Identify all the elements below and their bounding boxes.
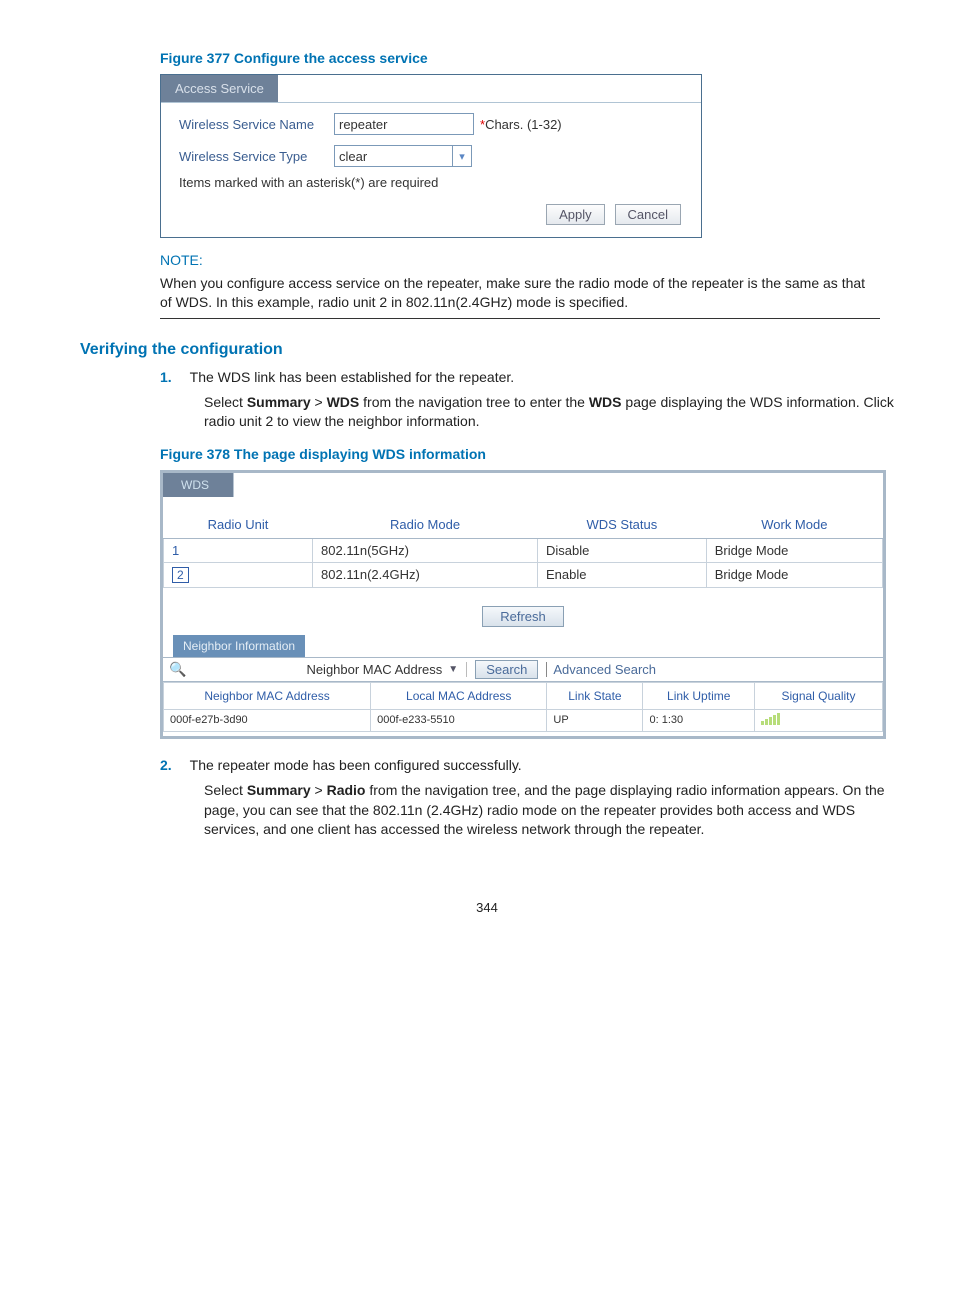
verifying-heading: Verifying the configuration: [80, 341, 894, 359]
search-icon[interactable]: 🔍: [169, 661, 186, 678]
signal-quality-cell: [754, 709, 882, 731]
table-row: 2 802.11n(2.4GHz) Enable Bridge Mode: [164, 562, 883, 587]
wds-table: Radio Unit Radio Mode WDS Status Work Mo…: [163, 511, 883, 588]
col-link-uptime: Link Uptime: [643, 682, 755, 709]
advanced-search-link[interactable]: Advanced Search: [546, 662, 656, 677]
service-name-input[interactable]: [334, 113, 474, 135]
refresh-button[interactable]: Refresh: [482, 606, 564, 627]
chevron-down-icon: ▾: [452, 146, 471, 166]
step-2-number: 2.: [160, 757, 186, 773]
apply-button[interactable]: Apply: [546, 204, 605, 225]
note-label: NOTE:: [160, 252, 880, 268]
wds-panel: WDS Radio Unit Radio Mode WDS Status Wor…: [160, 470, 886, 739]
panel-tab-row: Access Service: [161, 75, 701, 103]
radio-unit-2-link[interactable]: 2: [164, 562, 313, 587]
service-type-value: clear: [335, 149, 452, 164]
search-button[interactable]: Search: [475, 660, 538, 679]
figure-377-caption: Figure 377 Configure the access service: [160, 50, 894, 66]
step-2: 2. The repeater mode has been configured…: [160, 757, 894, 840]
access-service-tab[interactable]: Access Service: [161, 75, 278, 102]
chevron-down-icon: ▼: [448, 664, 458, 675]
figure-378-caption: Figure 378 The page displaying WDS infor…: [160, 446, 894, 462]
col-signal-quality: Signal Quality: [754, 682, 882, 709]
col-wds-status: WDS Status: [538, 511, 707, 539]
table-row: 1 802.11n(5GHz) Disable Bridge Mode: [164, 538, 883, 562]
service-type-row: Wireless Service Type clear ▾: [161, 135, 701, 167]
page-number: 344: [80, 900, 894, 915]
service-name-label: Wireless Service Name: [179, 117, 334, 132]
note-body: When you configure access service on the…: [160, 274, 880, 312]
step-1-text: The WDS link has been established for th…: [190, 369, 515, 385]
col-work-mode: Work Mode: [706, 511, 882, 539]
col-neighbor-mac: Neighbor MAC Address: [164, 682, 371, 709]
search-row: 🔍 Neighbor MAC Address ▼ Search Advanced…: [163, 657, 883, 682]
col-radio-unit: Radio Unit: [164, 511, 313, 539]
search-field-dropdown[interactable]: Neighbor MAC Address ▼: [306, 662, 467, 677]
button-row: Apply Cancel: [161, 190, 701, 225]
step-1-paragraph: Select Summary > WDS from the navigation…: [204, 393, 894, 432]
step-2-text: The repeater mode has been configured su…: [190, 757, 522, 773]
service-type-dropdown[interactable]: clear ▾: [334, 145, 472, 167]
table-row: 000f-e27b-3d90 000f-e233-5510 UP 0: 1:30: [164, 709, 883, 731]
wds-tab[interactable]: WDS: [163, 473, 234, 497]
access-service-panel: Access Service Wireless Service Name *Ch…: [160, 74, 702, 238]
neighbor-table: Neighbor MAC Address Local MAC Address L…: [163, 682, 883, 732]
wds-tab-row: WDS: [163, 473, 883, 497]
signal-bars-icon: [761, 713, 780, 725]
step-1: 1. The WDS link has been established for…: [160, 369, 894, 432]
col-local-mac: Local MAC Address: [371, 682, 547, 709]
chars-hint: Chars. (1-32): [485, 117, 562, 132]
neighbor-info-tab[interactable]: Neighbor Information: [173, 635, 305, 657]
step-2-paragraph: Select Summary > Radio from the navigati…: [204, 781, 894, 840]
radio-unit-1-link[interactable]: 1: [164, 538, 313, 562]
cancel-button[interactable]: Cancel: [615, 204, 681, 225]
required-note: Items marked with an asterisk(*) are req…: [161, 167, 701, 190]
col-link-state: Link State: [547, 682, 643, 709]
col-radio-mode: Radio Mode: [313, 511, 538, 539]
step-1-number: 1.: [160, 369, 186, 385]
note-block: NOTE: When you configure access service …: [160, 252, 880, 319]
service-type-label: Wireless Service Type: [179, 149, 334, 164]
service-name-row: Wireless Service Name *Chars. (1-32): [161, 103, 701, 135]
